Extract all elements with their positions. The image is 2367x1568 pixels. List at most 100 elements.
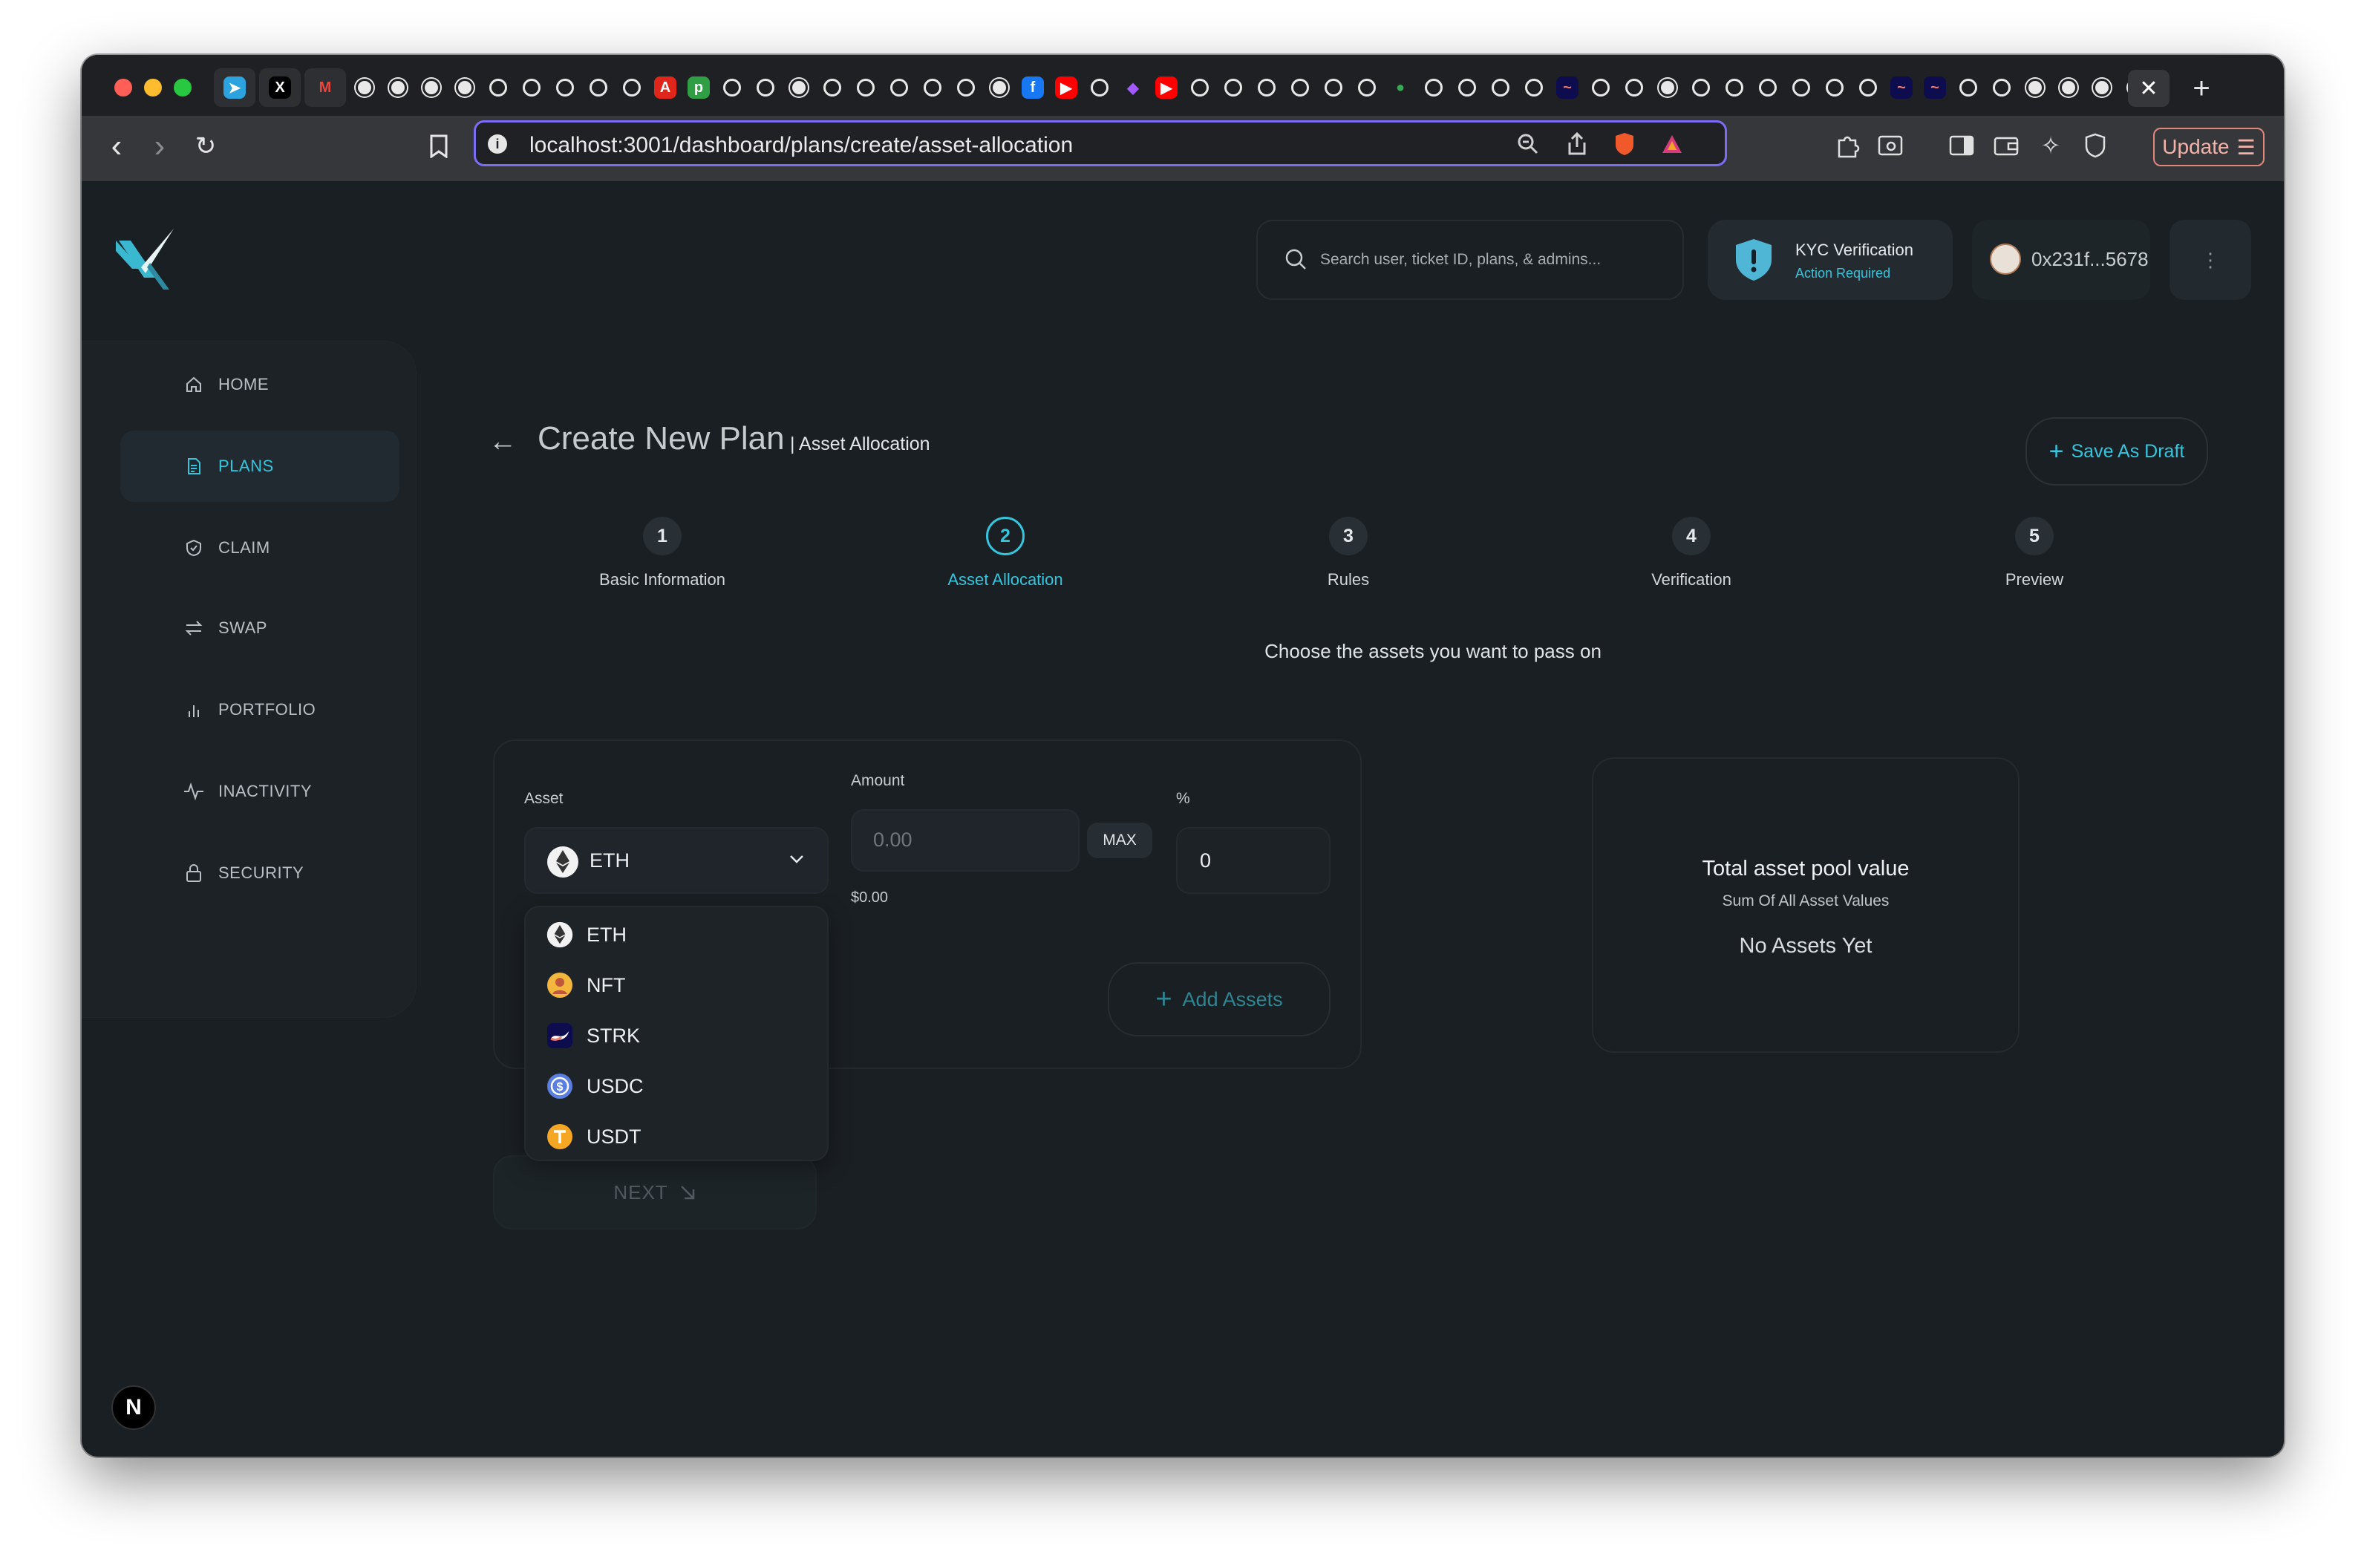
github-icon[interactable] [2020, 73, 2050, 102]
starknet-icon[interactable]: ~ [1920, 73, 1950, 102]
vpn-icon[interactable] [2079, 129, 2112, 162]
app-icon[interactable] [851, 73, 881, 102]
app-icon[interactable] [1619, 73, 1649, 102]
address-bar[interactable]: i localhost:3001/dashboard/plans/create/… [474, 120, 1727, 166]
sidebar-item-swap[interactable]: SWAP [120, 592, 399, 664]
step-asset-allocation[interactable]: 2 Asset Allocation [894, 517, 1117, 589]
sidebar-item-inactivity[interactable]: INACTIVITY [120, 756, 399, 827]
starknet-icon[interactable]: ~ [1553, 73, 1582, 102]
close-window-button[interactable] [114, 79, 132, 97]
sidebar-item-claim[interactable]: CLAIM [120, 512, 399, 584]
brave-shield-icon[interactable] [1612, 131, 1637, 157]
asset-option-eth[interactable]: ETH [546, 916, 627, 953]
app-icon[interactable] [1285, 73, 1315, 102]
app-icon[interactable] [1586, 73, 1616, 102]
app-icon[interactable] [1085, 73, 1114, 102]
youtube-icon[interactable]: ▶ [1152, 73, 1181, 102]
app-icon[interactable] [1452, 73, 1482, 102]
asset-option-nft[interactable]: NFT [546, 967, 625, 1004]
percent-input[interactable]: 0 [1176, 827, 1331, 894]
app-icon[interactable] [617, 73, 647, 102]
pdf-icon[interactable]: p [684, 73, 714, 102]
github-icon[interactable] [985, 73, 1014, 102]
zoom-window-button[interactable] [174, 79, 192, 97]
step-basic-information[interactable]: 1 Basic Information [551, 517, 774, 589]
app-icon[interactable] [1753, 73, 1783, 102]
adobe-icon[interactable]: A [650, 73, 680, 102]
update-button[interactable]: Update ☰ [2153, 128, 2265, 166]
asset-option-usdc[interactable]: $ USDC [546, 1068, 644, 1105]
gmail-icon[interactable]: M [304, 68, 346, 107]
asset-option-strk[interactable]: STRK [546, 1017, 640, 1054]
app-icon[interactable] [817, 73, 847, 102]
app-icon[interactable] [1519, 73, 1549, 102]
github-icon[interactable] [2054, 73, 2083, 102]
app-icon[interactable] [918, 73, 947, 102]
app-icon[interactable] [751, 73, 780, 102]
github-icon[interactable] [450, 73, 480, 102]
new-tab-icon[interactable]: + [2183, 70, 2220, 107]
extensions-icon[interactable] [1831, 129, 1864, 162]
github-icon[interactable] [383, 73, 413, 102]
global-search-input[interactable]: Search user, ticket ID, plans, & admins.… [1256, 220, 1684, 300]
step-preview[interactable]: 5 Preview [1923, 517, 2146, 589]
asset-select[interactable]: ETH [524, 827, 829, 894]
github-icon[interactable] [2087, 73, 2117, 102]
app-icon[interactable] [483, 73, 513, 102]
reader-icon[interactable] [1874, 129, 1907, 162]
sidebar-item-portfolio[interactable]: PORTFOLIO [120, 674, 399, 745]
sidebar-item-home[interactable]: HOME [120, 349, 399, 420]
app-icon[interactable] [517, 73, 546, 102]
app-icon[interactable] [884, 73, 914, 102]
maps-icon[interactable]: ● [1385, 73, 1415, 102]
app-icon[interactable] [1987, 73, 2017, 102]
app-icon[interactable] [1720, 73, 1749, 102]
app-icon[interactable] [1786, 73, 1816, 102]
asset-option-usdt[interactable]: USDT [546, 1118, 641, 1155]
add-assets-button[interactable]: + Add Assets [1108, 962, 1331, 1036]
next-button[interactable]: NEXT [493, 1155, 817, 1229]
youtube-icon[interactable]: ▶ [1051, 73, 1081, 102]
max-button[interactable]: MAX [1087, 823, 1152, 858]
app-icon[interactable] [951, 73, 981, 102]
github-icon[interactable] [784, 73, 814, 102]
nextjs-dev-badge[interactable]: N [111, 1385, 156, 1430]
figma-icon[interactable]: ◆ [1118, 73, 1148, 102]
app-icon[interactable] [1185, 73, 1215, 102]
forward-nav-icon[interactable]: › [141, 128, 178, 165]
close-tab-icon[interactable]: ✕ [2128, 70, 2170, 107]
app-logo-icon[interactable] [111, 226, 178, 293]
app-icon[interactable] [1252, 73, 1282, 102]
app-icon[interactable] [717, 73, 747, 102]
app-icon[interactable] [1686, 73, 1716, 102]
telegram-icon[interactable]: ➤ [214, 68, 255, 107]
x-icon[interactable]: X [259, 68, 301, 107]
url-text[interactable]: localhost:3001/dashboard/plans/create/as… [529, 133, 1073, 158]
more-menu-icon[interactable]: ⋮ [2170, 220, 2251, 300]
sidebar-item-security[interactable]: SECURITY [120, 837, 399, 909]
leo-ai-icon[interactable]: ✧ [2034, 129, 2067, 162]
sidebar-toggle-icon[interactable] [1945, 129, 1978, 162]
app-icon[interactable] [1419, 73, 1449, 102]
step-verification[interactable]: 4 Verification [1580, 517, 1803, 589]
site-info-icon[interactable]: i [488, 134, 507, 154]
app-icon[interactable] [1853, 73, 1883, 102]
zoom-icon[interactable] [1515, 131, 1541, 157]
github-icon[interactable] [417, 73, 446, 102]
app-icon[interactable] [1486, 73, 1515, 102]
starknet-icon[interactable]: ~ [1887, 73, 1916, 102]
github-icon[interactable] [1653, 73, 1682, 102]
app-icon[interactable] [1953, 73, 1983, 102]
app-icon[interactable] [1319, 73, 1348, 102]
minimize-window-button[interactable] [144, 79, 162, 97]
save-as-draft-button[interactable]: + Save As Draft [2025, 417, 2208, 486]
brave-rewards-icon[interactable] [1659, 131, 1685, 157]
github-icon[interactable] [350, 73, 379, 102]
bookmark-icon[interactable] [420, 128, 457, 165]
sidebar-item-plans[interactable]: PLANS [120, 431, 399, 502]
app-icon[interactable] [550, 73, 580, 102]
app-icon[interactable] [1218, 73, 1248, 102]
facebook-icon[interactable]: f [1018, 73, 1048, 102]
share-icon[interactable] [1564, 131, 1590, 157]
amount-input[interactable]: 0.00 [851, 809, 1080, 872]
